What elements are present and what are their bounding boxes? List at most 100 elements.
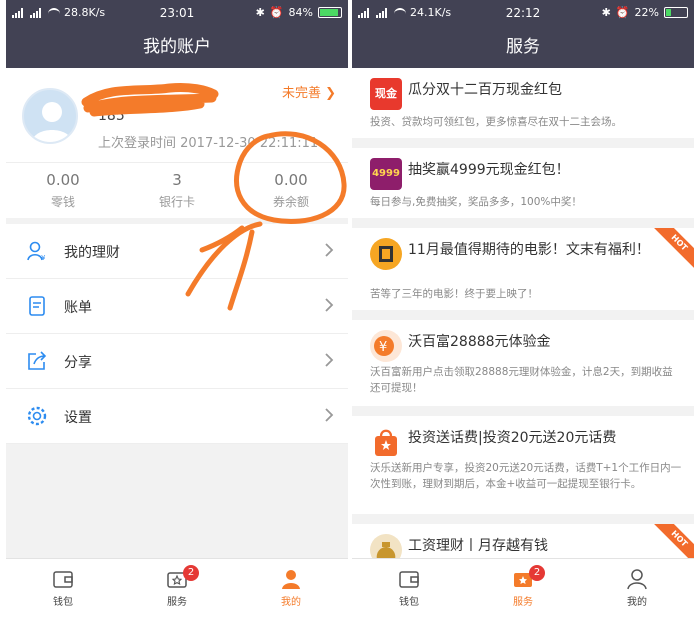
menu-label: 设置	[64, 410, 92, 426]
tab-wallet[interactable]: 钱包	[352, 559, 466, 618]
film-icon	[370, 238, 402, 270]
battery-icon	[318, 7, 342, 18]
menu-item-my-finance[interactable]: ¥ 我的理财	[6, 224, 348, 279]
service-feed: 现金 瓜分双十二百万现金红包 投资、贷款均可领红包，更多惊喜尽在双十二主会场。 …	[352, 68, 694, 558]
menu-item-settings[interactable]: 设置	[6, 389, 348, 444]
stat-value: 0.00	[274, 171, 308, 189]
notification-badge: 2	[529, 565, 545, 581]
gear-icon	[27, 406, 47, 426]
shopping-bag-icon	[375, 429, 397, 456]
avatar[interactable]	[22, 88, 78, 144]
alarm-icon: ⏰	[269, 6, 284, 19]
card-title: 11月最值得期待的电影！文末有福利！	[408, 242, 650, 258]
page-title: 我的账户	[6, 26, 348, 68]
page-title: 服务	[352, 26, 694, 68]
promo-card-salary-finance[interactable]: 工资理财丨月存越有钱 HOT	[352, 524, 694, 558]
card-description: 沃乐送新用户专享，投资20元送20元话费，话费T+1个工作日内一次性到账，理财到…	[370, 462, 682, 490]
share-icon	[28, 351, 47, 370]
tab-wallet[interactable]: 钱包	[6, 559, 120, 618]
battery-icon	[664, 7, 688, 18]
tab-mine[interactable]: 我的	[580, 559, 694, 618]
chevron-right-icon	[325, 298, 334, 312]
card-title: 抽奖赢4999元现金红包！	[408, 162, 570, 178]
stat-label: 零钱	[50, 195, 75, 209]
battery-percent: 84%	[288, 6, 313, 19]
tab-service[interactable]: 服务 2	[466, 559, 580, 618]
person-icon	[282, 570, 300, 589]
tab-label: 我的	[281, 597, 301, 608]
menu-item-share[interactable]: 分享	[6, 334, 348, 389]
money-bag-icon	[370, 534, 402, 558]
redaction-scribble	[81, 83, 219, 117]
stat-label: 银行卡	[158, 195, 195, 209]
tab-label: 钱包	[53, 597, 73, 608]
battery-percent: 22%	[634, 6, 659, 19]
status-bar: 24.1K/s 22:12 ✱ ⏰ 22%	[352, 0, 694, 26]
svg-text:¥: ¥	[41, 254, 46, 262]
card-title: 瓜分双十二百万现金红包	[408, 82, 562, 98]
service-screen: 24.1K/s 22:12 ✱ ⏰ 22% 服务 现金 瓜分双十二百万现金红包 …	[352, 0, 694, 618]
card-description: 投资、贷款均可领红包，更多惊喜尽在双十二主会场。	[370, 116, 622, 128]
tab-service[interactable]: 服务 2	[120, 559, 234, 618]
profile-card: 185 上次登录时间 2017-12-30 22:11:11 未完善 ❯ 0.0…	[6, 68, 348, 218]
stat-value: 3	[172, 171, 182, 189]
stat-value: 0.00	[46, 171, 80, 189]
chevron-right-icon	[325, 408, 334, 422]
promo-card-lottery[interactable]: 4999 抽奖赢4999元现金红包！ 每日参与,免费抽奖，奖品多多，100%中奖…	[352, 148, 694, 218]
tab-label: 钱包	[399, 597, 419, 608]
lottery-icon: 4999	[370, 158, 402, 190]
stat-bank-cards[interactable]: 3 银行卡	[120, 163, 234, 218]
bottom-tab-bar: 钱包 服务 2 我的	[6, 558, 348, 618]
chevron-right-icon	[325, 353, 334, 367]
promo-card-phone-credit[interactable]: 投资送话费|投资20元送20元话费 沃乐送新用户专享，投资20元送20元话费，话…	[352, 416, 694, 514]
incomplete-label: 未完善	[281, 86, 321, 101]
balance-stats: 0.00 零钱 3 银行卡 0.00 券余额	[6, 162, 348, 218]
svg-text:¥: ¥	[379, 340, 387, 355]
alarm-icon: ⏰	[615, 6, 630, 19]
promo-card-double12[interactable]: 现金 瓜分双十二百万现金红包 投资、贷款均可领红包，更多惊喜尽在双十二主会场。	[352, 68, 694, 138]
last-login-time: 上次登录时间 2017-12-30 22:11:11	[98, 136, 319, 151]
menu-item-bill[interactable]: 账单	[6, 279, 348, 334]
chevron-right-icon: ❯	[325, 86, 336, 101]
yuan-coin-icon: ¥	[374, 336, 394, 356]
wallet-icon	[53, 571, 73, 588]
system-icons: ✱ ⏰ 22%	[602, 6, 688, 19]
stat-coupon-balance[interactable]: 0.00 券余额	[234, 163, 348, 218]
account-menu: ¥ 我的理财 账单 分享 设置	[6, 224, 348, 444]
profile-incomplete-link[interactable]: 未完善 ❯	[282, 82, 336, 101]
gold-bag-icon	[376, 542, 396, 558]
bluetooth-icon: ✱	[601, 6, 611, 19]
stat-change[interactable]: 0.00 零钱	[6, 163, 120, 218]
default-user-icon	[32, 102, 72, 142]
wallet-icon	[399, 571, 419, 588]
notification-badge: 2	[183, 565, 199, 581]
card-title: 沃百富28888元体验金	[408, 334, 551, 350]
person-icon	[627, 569, 647, 590]
menu-label: 我的理财	[64, 245, 120, 261]
bill-icon	[29, 296, 45, 316]
promo-card-movie[interactable]: 11月最值得期待的电影！文末有福利！ 苦等了三年的电影！终于要上映了！ HOT	[352, 228, 694, 310]
card-title: 投资送话费|投资20元送20元话费	[408, 430, 617, 446]
card-title: 工资理财丨月存越有钱	[408, 538, 548, 554]
film-strip-icon	[379, 246, 393, 262]
system-icons: ✱ ⏰ 84%	[256, 6, 342, 19]
user-finance-icon: ¥	[27, 241, 46, 262]
tab-label: 服务	[167, 597, 187, 608]
cash-redpacket-icon: 现金	[370, 78, 402, 110]
promo-card-experience-fund[interactable]: ¥ 沃百富28888元体验金 沃百富新用户点击领取28888元理财体验金，计息2…	[352, 320, 694, 406]
gift-bag-icon	[370, 426, 402, 458]
bluetooth-icon: ✱	[255, 6, 265, 19]
coin-icon: ¥	[370, 330, 402, 362]
chevron-right-icon	[325, 243, 334, 257]
status-bar: 28.8K/s 23:01 ✱ ⏰ 84%	[6, 0, 348, 26]
menu-label: 分享	[64, 355, 92, 371]
tab-label: 服务	[513, 597, 533, 608]
account-screen: 28.8K/s 23:01 ✱ ⏰ 84% 我的账户 185 上次登录时间 20…	[6, 0, 348, 618]
card-description: 每日参与,免费抽奖，奖品多多，100%中奖！	[370, 196, 582, 208]
stat-label: 券余额	[272, 195, 309, 209]
bottom-tab-bar: 钱包 服务 2 我的	[352, 558, 694, 618]
tab-label: 我的	[627, 597, 647, 608]
tab-mine[interactable]: 我的	[234, 559, 348, 618]
menu-label: 账单	[64, 300, 92, 316]
card-description: 沃百富新用户点击领取28888元理财体验金，计息2天，到期收益还可提现！	[370, 366, 673, 394]
